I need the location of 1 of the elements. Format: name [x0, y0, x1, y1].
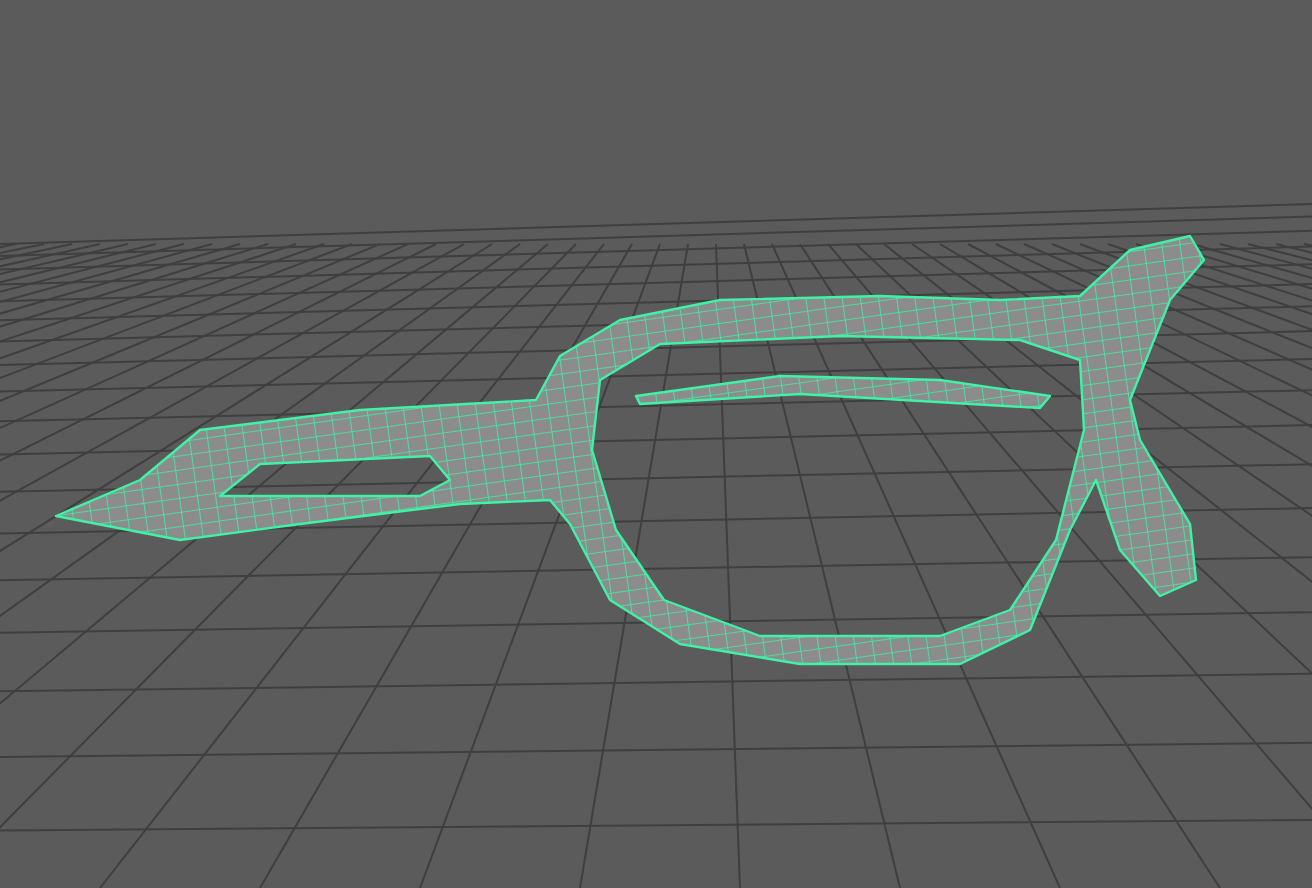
glasses-frame-wireframe-drawing[interactable]: [54, 234, 1206, 666]
